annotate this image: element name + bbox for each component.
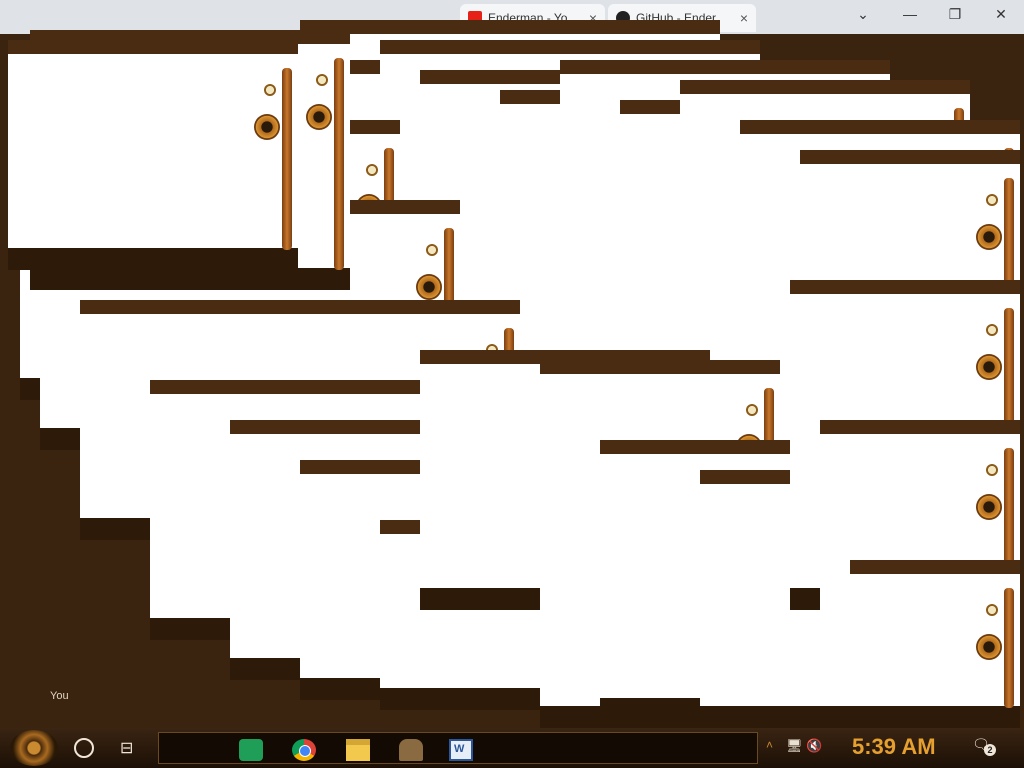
- copper-pipe-decoration: [1004, 588, 1014, 708]
- cortana-search-icon[interactable]: [74, 738, 94, 758]
- gear-icon: [306, 104, 332, 130]
- close-tab-icon[interactable]: ×: [740, 10, 748, 26]
- file-explorer-icon[interactable]: [346, 739, 370, 761]
- show-hidden-icons-chevron[interactable]: ˄: [766, 738, 773, 752]
- notification-count-badge: 2: [984, 744, 996, 756]
- malware-app-icon[interactable]: [399, 739, 423, 761]
- maximize-button[interactable]: ❐: [940, 6, 970, 23]
- pressure-gauge-icon: [986, 194, 998, 206]
- network-volume-icons[interactable]: 🖥 🔇: [786, 738, 822, 754]
- pressure-gauge-icon: [264, 84, 276, 96]
- minimize-button[interactable]: —: [895, 6, 925, 22]
- taskbar: ⊟ ˄ 🖥 🔇 5:39 AM 🗨 2: [0, 728, 1024, 768]
- pressure-gauge-icon: [986, 324, 998, 336]
- steampunk-window[interactable]: [850, 560, 1020, 728]
- chrome-icon[interactable]: [292, 739, 316, 761]
- word-icon[interactable]: [449, 739, 473, 761]
- pressure-gauge-icon: [316, 74, 328, 86]
- window-bottom-bar: [8, 248, 298, 270]
- gear-icon: [416, 274, 442, 300]
- desktop-stray-label: You: [50, 690, 69, 702]
- gear-icon: [254, 114, 280, 140]
- gear-icon: [976, 224, 1002, 250]
- steampunk-window[interactable]: [8, 40, 298, 270]
- tab-search-icon[interactable]: ⌄: [848, 6, 878, 23]
- hangouts-icon[interactable]: [239, 739, 263, 761]
- window-bottom-bar: [850, 706, 1020, 728]
- pressure-gauge-icon: [426, 244, 438, 256]
- pressure-gauge-icon: [986, 604, 998, 616]
- action-center-icon[interactable]: 🗨 2: [972, 736, 996, 758]
- copper-pipe-decoration: [334, 58, 344, 270]
- pressure-gauge-icon: [986, 464, 998, 476]
- taskbar-apps: [158, 732, 758, 764]
- copper-pipe-decoration: [282, 68, 292, 250]
- start-button[interactable]: [10, 730, 58, 766]
- close-window-button[interactable]: ✕: [986, 6, 1016, 23]
- window-bottom-bar: [30, 268, 350, 290]
- gear-icon: [976, 494, 1002, 520]
- pressure-gauge-icon: [366, 164, 378, 176]
- clock[interactable]: 5:39 AM: [852, 734, 936, 760]
- gear-icon: [976, 354, 1002, 380]
- gear-icon: [976, 634, 1002, 660]
- task-view-icon[interactable]: ⊟: [120, 738, 133, 758]
- pressure-gauge-icon: [746, 404, 758, 416]
